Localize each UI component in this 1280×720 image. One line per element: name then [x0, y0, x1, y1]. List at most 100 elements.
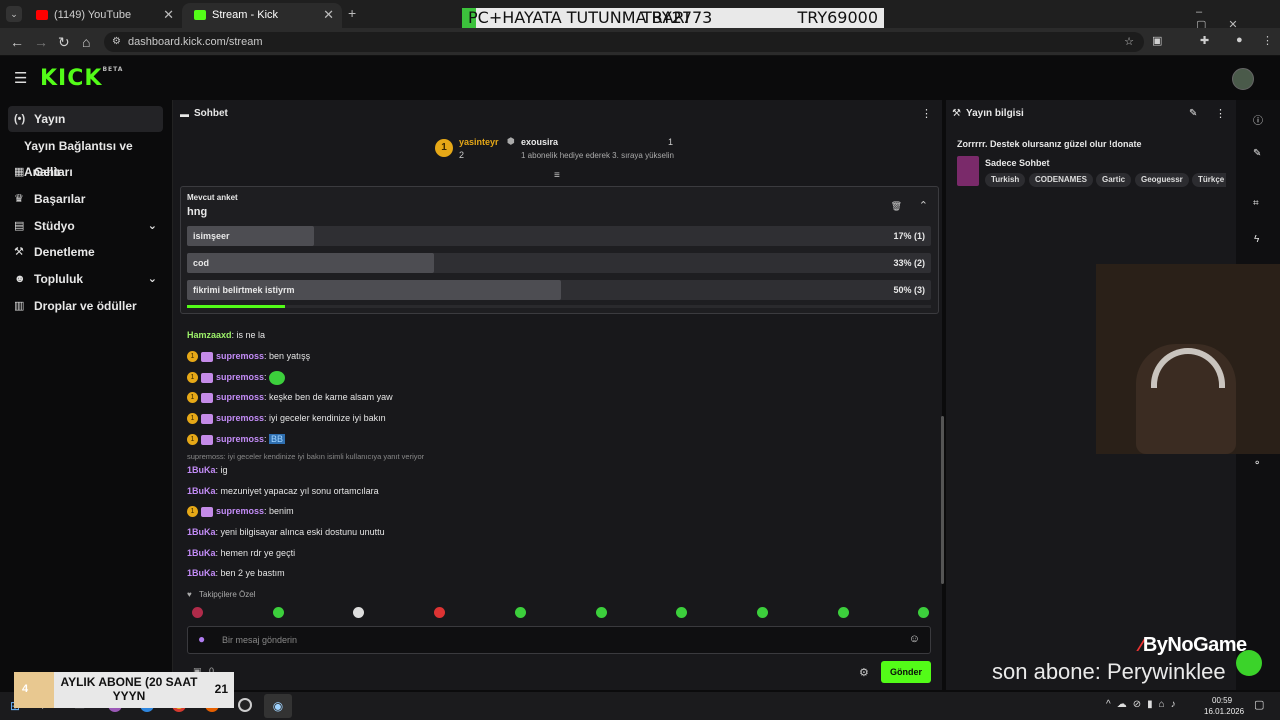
bookmark-star-icon[interactable]: ☆ — [1124, 32, 1134, 52]
tray-icons[interactable]: ^☁⊘▮⌂♪ — [1106, 699, 1182, 710]
sidebar-item-droplar[interactable]: ▥ Droplar ve ödüller — [8, 293, 163, 319]
chat-username[interactable]: 1BuKa — [187, 486, 216, 496]
back-icon[interactable]: ← — [10, 34, 24, 50]
close-tab-icon[interactable]: ✕ — [163, 3, 174, 27]
emote-icon[interactable] — [918, 607, 930, 618]
emote-icon[interactable] — [595, 607, 607, 618]
address-bar[interactable]: ⚙ dashboard.kick.com/stream ☆ — [104, 32, 1144, 52]
emote-icon[interactable] — [837, 607, 849, 618]
chat-message[interactable]: 1 supremoss: benim — [187, 504, 294, 518]
chat-username[interactable]: 1BuKa — [187, 527, 216, 537]
sidebar-item-denetleme[interactable]: ⚒ Denetleme — [8, 239, 163, 265]
chat-message[interactable]: 1 supremoss: BB — [187, 432, 286, 446]
emote-icon[interactable] — [192, 607, 203, 618]
extension-puzzle-icon[interactable]: ✚ — [1200, 34, 1209, 47]
edit-icon[interactable]: ✎ — [1253, 148, 1261, 159]
trash-icon[interactable]: 🗑 — [891, 201, 902, 212]
gift-badge-icon — [201, 372, 213, 383]
send-button[interactable]: Gönder — [881, 661, 931, 683]
chat-username[interactable]: supremoss — [216, 413, 264, 423]
chat-message[interactable]: 1BuKa: yeni bilgisayar alınca eski dostu… — [187, 525, 385, 539]
lightning-icon[interactable]: ϟ — [1254, 234, 1259, 245]
site-info-icon[interactable]: ⚙ — [112, 32, 121, 52]
chat-username[interactable]: supremoss — [216, 506, 264, 516]
notification-icon[interactable]: ▢ — [1254, 698, 1264, 711]
chat-message[interactable]: 1 supremoss: ben yatışş — [187, 349, 310, 363]
emote-icon[interactable] — [676, 607, 688, 618]
browser-menu-icon[interactable]: ⋮ — [1262, 34, 1273, 47]
tab-youtube[interactable]: (1149) YouTube ✕ — [24, 3, 182, 28]
chat-username[interactable]: 1BuKa — [187, 548, 216, 558]
sidebar-item-basarilar[interactable]: ♛ Başarılar — [8, 186, 163, 212]
chat-menu-icon[interactable]: ⋮ — [921, 107, 932, 120]
tab-kick-dashboard[interactable]: Stream - Kick Dashboard ✕ — [182, 3, 342, 45]
hamburger-menu-icon[interactable]: ☰ — [14, 69, 27, 87]
chat-message[interactable]: 1BuKa: ig — [187, 463, 228, 477]
sub-badge-icon: 1 — [187, 351, 198, 363]
profile-icon[interactable]: ● — [1236, 34, 1243, 46]
chat-message[interactable]: 1 supremoss: keşke ben de karne alsam yaw — [187, 390, 393, 404]
chat-username[interactable]: 1BuKa — [187, 465, 216, 475]
leader2-name[interactable]: exousira — [521, 137, 558, 147]
emote-icon[interactable] — [756, 607, 768, 618]
kick-logo[interactable]: KICKBETA — [40, 66, 123, 91]
chat-scrollbar[interactable] — [941, 416, 944, 584]
chevron-up-icon[interactable]: ⌃ — [919, 199, 928, 212]
chat-message[interactable]: Hamzaaxd: is ne la — [187, 328, 265, 342]
obs-icon[interactable] — [238, 698, 252, 712]
forward-icon[interactable]: → — [34, 34, 48, 50]
user-avatar[interactable] — [1232, 68, 1254, 90]
clock-time[interactable]: 00:59 — [1212, 696, 1232, 705]
poll-option[interactable]: cod 33% (2) — [187, 253, 931, 273]
edit-pencil-icon[interactable]: ✎ — [1189, 108, 1197, 119]
collapse-leaderboard-icon[interactable]: ≡ — [554, 170, 560, 181]
emote-icon[interactable] — [272, 607, 284, 618]
share-icon[interactable]: ⚬ — [1253, 458, 1261, 469]
tag-chip[interactable]: Gartic — [1096, 173, 1132, 187]
chat-message[interactable]: 1BuKa: hemen rdr ye geçti — [187, 546, 295, 560]
microphone-icon[interactable]: ● — [198, 632, 205, 646]
tag-chip[interactable]: CODENAMES — [1029, 173, 1094, 187]
chat-username[interactable]: supremoss — [216, 351, 264, 361]
close-tab-icon[interactable]: ✕ — [323, 3, 334, 27]
leader1-name[interactable]: yasinteyr — [459, 137, 499, 147]
extensions-icon[interactable]: ▣ — [1152, 34, 1162, 47]
emoji-icon[interactable]: ☺ — [909, 633, 920, 645]
tag-chip[interactable]: Geoguessr — [1135, 173, 1189, 187]
clock-date[interactable]: 16.01.2026 — [1204, 707, 1244, 716]
chat-username[interactable]: Hamzaaxd — [187, 330, 232, 340]
chat-message[interactable]: 1 supremoss: — [187, 370, 286, 385]
chat-input[interactable]: ● Bir mesaj gönderin ☺ — [187, 626, 931, 654]
last-sub-overlay: son abone: Perywinklee — [992, 659, 1226, 684]
sidebar-item-gelir[interactable]: ▦ Gelir — [8, 159, 163, 185]
sidebar-item-studyo[interactable]: ▤ Stüdyo ⌄ — [8, 213, 163, 239]
poll-option[interactable]: isimşeer 17% (1) — [187, 226, 931, 246]
emote-icon[interactable] — [353, 607, 365, 618]
tab-search-button[interactable]: ⌄ — [6, 6, 22, 22]
reload-icon[interactable]: ↻ — [58, 34, 70, 51]
info-icon[interactable]: ⓘ — [1253, 112, 1263, 127]
new-tab-icon[interactable]: + — [348, 5, 356, 21]
steam-icon[interactable]: ◉ — [264, 694, 292, 718]
chat-username[interactable]: supremoss — [216, 434, 264, 444]
info-menu-icon[interactable]: ⋮ — [1215, 107, 1226, 120]
sidebar-item-topluluk[interactable]: ☻ Topluluk ⌄ — [8, 266, 163, 292]
emote-icon[interactable] — [434, 607, 446, 618]
sidebar-item-yayin[interactable]: (•) Yayın — [8, 106, 163, 132]
chat-username[interactable]: supremoss — [216, 372, 264, 382]
chat-username[interactable]: supremoss — [216, 392, 264, 402]
chat-message[interactable]: 1BuKa: mezuniyet yapacaz yıl sonu ortamc… — [187, 484, 379, 498]
home-icon[interactable]: ⌂ — [82, 34, 90, 50]
chat-message[interactable]: 1 supremoss: iyi geceler kendinize iyi ba… — [187, 411, 386, 425]
category-name[interactable]: Sadece Sohbet — [985, 158, 1050, 168]
emote-icon[interactable] — [514, 607, 526, 618]
poll-option[interactable]: fikrimi belirtmek istiyrm 50% (3) — [187, 280, 931, 300]
chat-message[interactable]: 1BuKa: ben 2 ye bastım — [187, 566, 285, 580]
tag-chip[interactable]: Turkish — [985, 173, 1026, 187]
crop-icon[interactable]: ⌗ — [1253, 198, 1259, 209]
sidebar-item-stream-key[interactable]: Yayın Bağlantısı ve Anahtarı — [16, 133, 172, 179]
chat-message-text: BB — [269, 434, 286, 444]
chat-username[interactable]: 1BuKa — [187, 568, 216, 578]
settings-gear-icon[interactable]: ⚙ — [859, 666, 869, 679]
tag-chip[interactable]: Türkçe — [1192, 173, 1226, 187]
